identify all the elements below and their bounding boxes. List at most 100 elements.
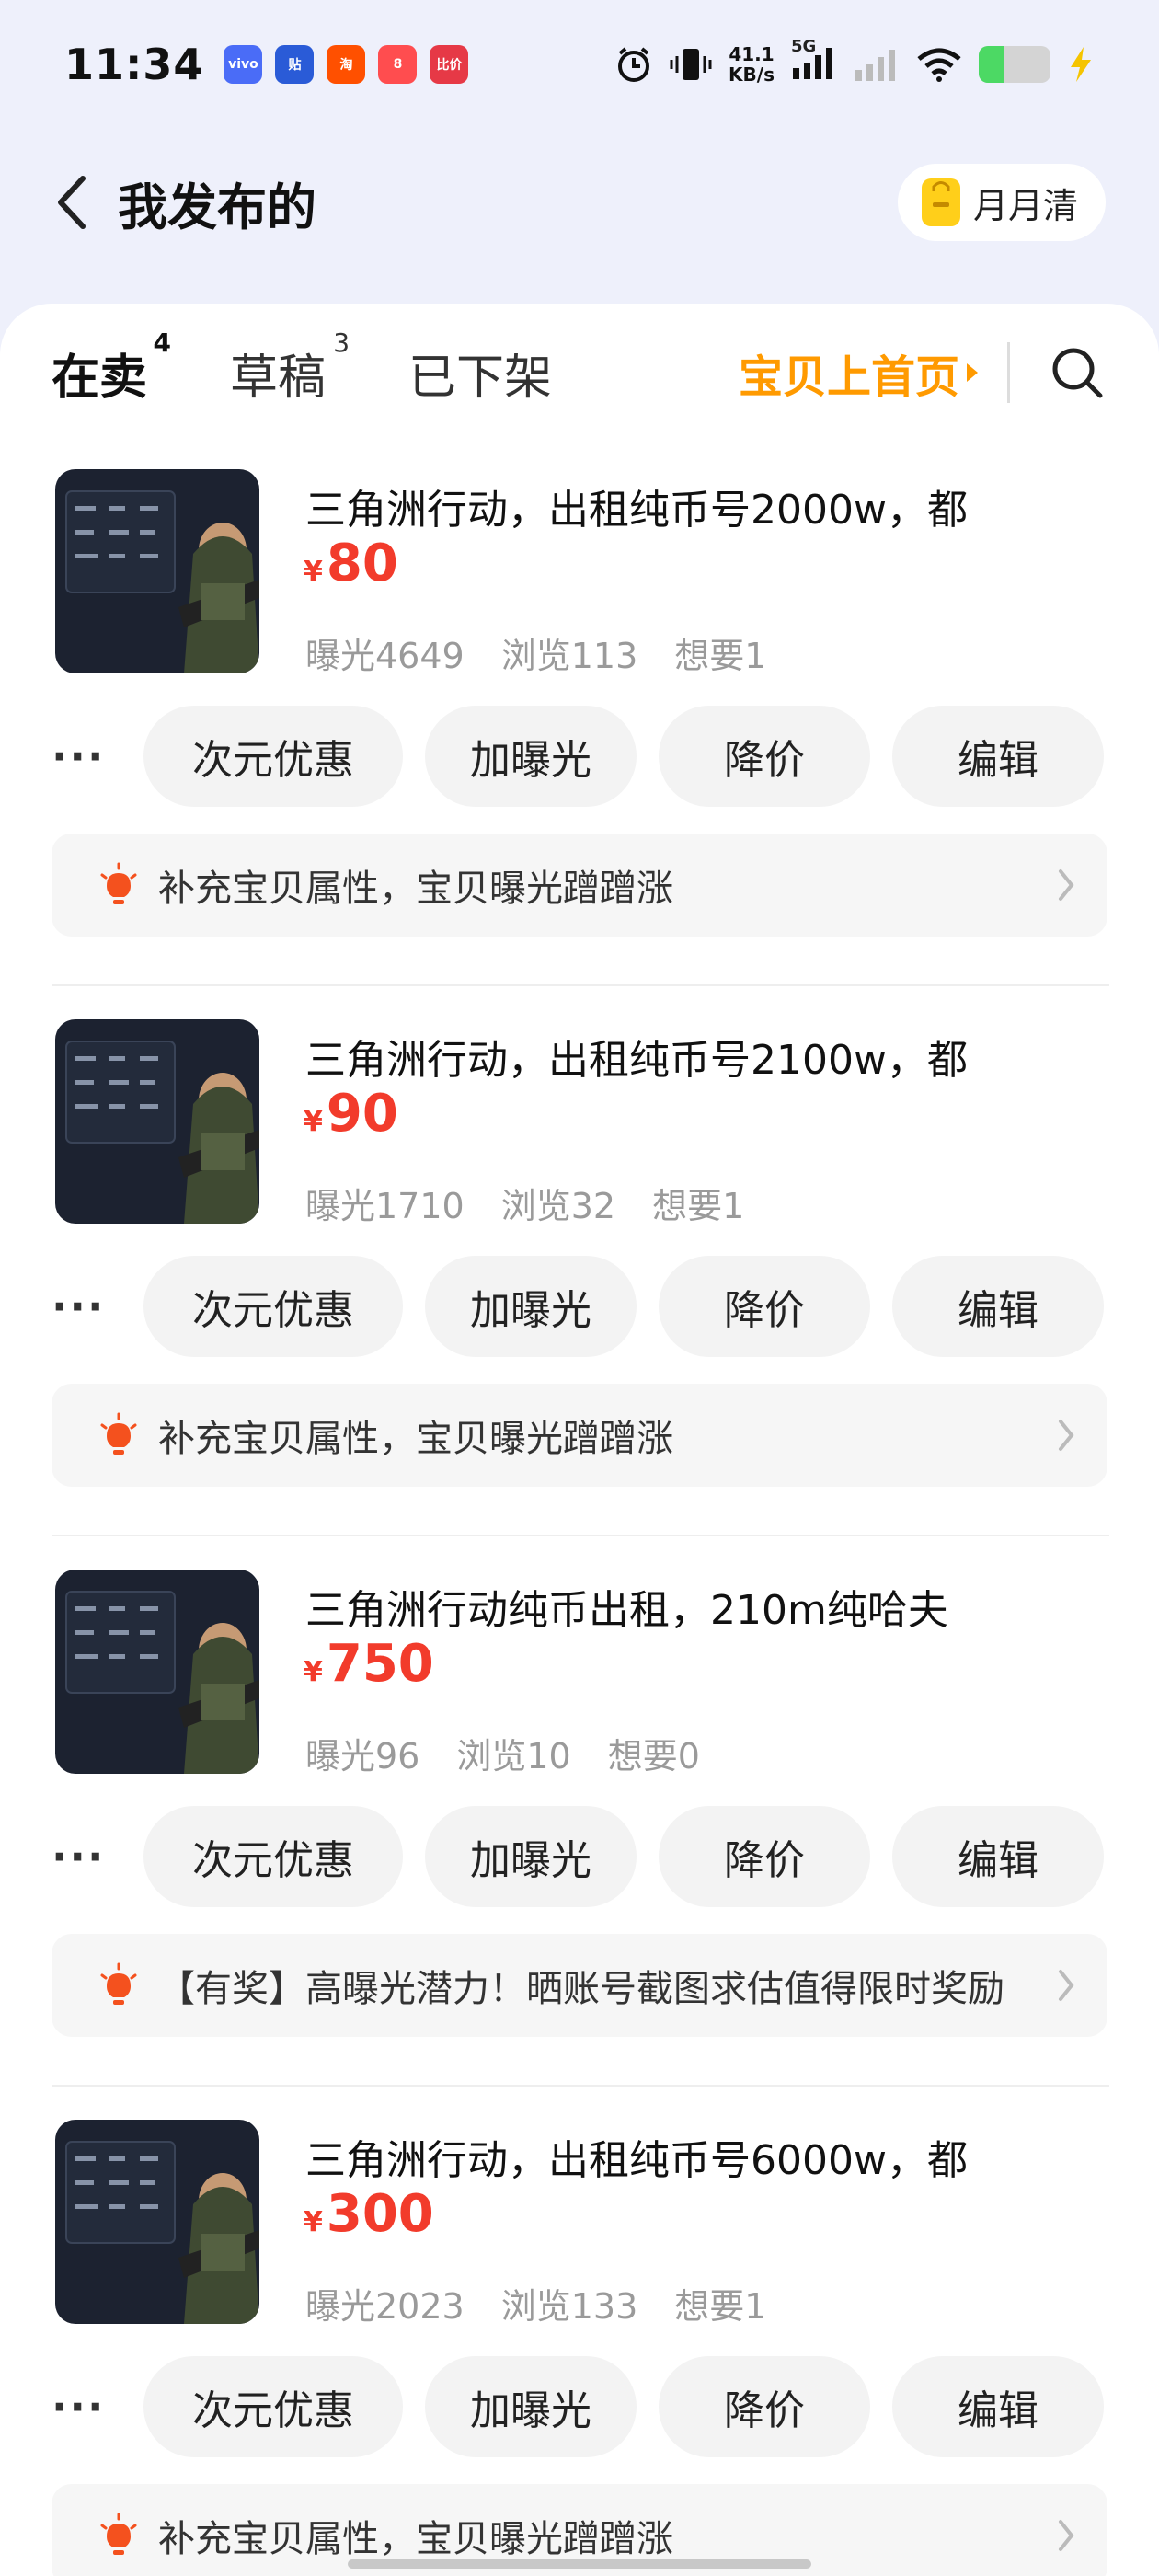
- stat-wants: 想要1: [652, 1186, 745, 1226]
- discount-button[interactable]: 次元优惠: [143, 1256, 403, 1357]
- more-button[interactable]: ···: [52, 1832, 134, 1881]
- listing-thumbnail[interactable]: [55, 1570, 259, 1774]
- listing-stats: 曝光4649 浏览113 想要1: [305, 627, 766, 678]
- tab-divider: [1007, 342, 1010, 403]
- chevron-right-icon: [1059, 2520, 1074, 2551]
- currency-symbol: ¥: [304, 556, 323, 588]
- boost-exposure-button[interactable]: 加曝光: [425, 706, 637, 807]
- reduce-price-button[interactable]: 降价: [659, 706, 870, 807]
- monthly-clearance-label: 月月清: [972, 185, 1078, 226]
- listing-price: ¥300: [304, 2184, 434, 2244]
- stat-views: 浏览32: [500, 1186, 616, 1226]
- net-speed: 41.1 KB/s: [729, 44, 775, 85]
- listing-title[interactable]: 三角洲行动，出租纯币号6000w，都: [305, 2127, 1096, 2186]
- lightbulb-icon: [100, 2513, 137, 2555]
- stat-exposure: 曝光4649: [305, 636, 465, 676]
- back-button[interactable]: [53, 170, 99, 235]
- promote-to-homepage-link[interactable]: 宝贝上首页: [739, 340, 980, 405]
- listing-title[interactable]: 三角洲行动，出租纯币号2000w，都: [305, 477, 1096, 535]
- stat-exposure: 曝光1710: [305, 1186, 465, 1226]
- reduce-price-button[interactable]: 降价: [659, 1256, 870, 1357]
- boost-exposure-button[interactable]: 加曝光: [425, 1806, 637, 1907]
- price-value: 90: [326, 1084, 398, 1144]
- battery-icon: [979, 46, 1050, 83]
- stat-wants: 想要1: [674, 636, 767, 676]
- chevron-right-icon: [1059, 1970, 1074, 2001]
- tab-label: 草稿: [230, 350, 327, 406]
- tip-banner[interactable]: 【有奖】高曝光潜力！晒账号截图求估值得限时奖励: [52, 1934, 1107, 2037]
- status-app-icon: 8: [378, 45, 418, 84]
- tab-on-sale[interactable]: 在卖 4: [52, 328, 171, 408]
- stat-wants: 想要1: [674, 2286, 767, 2327]
- listing-actions: ··· 次元优惠 加曝光 降价 编辑: [52, 705, 1128, 808]
- listing-thumbnail[interactable]: [55, 2120, 259, 2324]
- price-value: 750: [326, 1634, 434, 1694]
- stat-wants: 想要0: [607, 1736, 700, 1777]
- boost-exposure-button[interactable]: 加曝光: [425, 2356, 637, 2457]
- signal-weak-icon: [855, 50, 895, 81]
- chevron-right-icon: [1059, 869, 1074, 901]
- tab-count: 3: [333, 327, 350, 358]
- listing-thumbnail[interactable]: [55, 1019, 259, 1224]
- listing-card[interactable]: 三角洲行动，出租纯币号6000w，都 ¥300 曝光2023 浏览133 想要1…: [52, 2120, 1109, 2576]
- promote-label: 宝贝上首页: [738, 351, 959, 403]
- listing-title[interactable]: 三角洲行动纯币出租，210m纯哈夫: [305, 1577, 1096, 1636]
- status-app-icon: 淘: [327, 45, 366, 84]
- price-value: 300: [326, 2184, 434, 2244]
- edit-button[interactable]: 编辑: [892, 1806, 1104, 1907]
- more-button[interactable]: ···: [52, 2382, 134, 2432]
- tip-banner[interactable]: 补充宝贝属性，宝贝曝光蹭蹭涨: [52, 1384, 1107, 1487]
- tab-delisted[interactable]: 已下架: [408, 339, 552, 408]
- reduce-price-button[interactable]: 降价: [659, 1806, 870, 1907]
- chevron-right-icon: [1059, 1420, 1074, 1451]
- battery-fill: [979, 46, 1004, 83]
- listing-actions: ··· 次元优惠 加曝光 降价 编辑: [52, 1805, 1128, 1908]
- tab-count: 4: [153, 327, 172, 358]
- status-bar: 11:34 vivo 贴 淘 8 比价 41.1 KB/s 5G: [0, 0, 1159, 129]
- listing-title[interactable]: 三角洲行动，出租纯币号2100w，都: [305, 1027, 1096, 1086]
- listing-card[interactable]: 三角洲行动，出租纯币号2100w，都 ¥90 曝光1710 浏览32 想要1 ·…: [52, 1019, 1109, 1570]
- tab-label: 在卖: [52, 350, 148, 406]
- tip-text: 补充宝贝属性，宝贝曝光蹭蹭涨: [158, 1418, 673, 1460]
- net-speed-value: 41.1: [729, 43, 775, 65]
- listing-divider: [52, 1535, 1109, 1536]
- stat-views: 浏览10: [456, 1736, 571, 1777]
- discount-button[interactable]: 次元优惠: [143, 2356, 403, 2457]
- discount-button[interactable]: 次元优惠: [143, 1806, 403, 1907]
- edit-button[interactable]: 编辑: [892, 706, 1104, 807]
- reduce-price-button[interactable]: 降价: [659, 2356, 870, 2457]
- tab-bar: 在卖 4 草稿 3 已下架 宝贝上首页: [0, 304, 1159, 442]
- currency-symbol: ¥: [304, 1656, 323, 1688]
- listing-divider: [52, 984, 1109, 986]
- tip-text: 【有奖】高曝光潜力！晒账号截图求估值得限时奖励: [158, 1968, 1004, 2010]
- edit-button[interactable]: 编辑: [892, 2356, 1104, 2457]
- search-button[interactable]: [1047, 342, 1107, 403]
- monthly-clearance-button[interactable]: 月月清: [897, 164, 1106, 241]
- more-button[interactable]: ···: [52, 1282, 134, 1331]
- discount-button[interactable]: 次元优惠: [143, 706, 403, 807]
- chevron-left-icon: [58, 176, 86, 229]
- price-value: 80: [326, 534, 398, 593]
- tip-banner[interactable]: 补充宝贝属性，宝贝曝光蹭蹭涨: [52, 834, 1107, 937]
- wifi-icon: [917, 48, 961, 82]
- listing-card[interactable]: 三角洲行动，出租纯币号2000w，都 ¥80 曝光4649 浏览113 想要1 …: [52, 469, 1109, 1019]
- boost-exposure-button[interactable]: 加曝光: [425, 1256, 637, 1357]
- status-time: 11:34: [64, 40, 204, 89]
- currency-symbol: ¥: [304, 2206, 323, 2238]
- charging-icon: [1071, 47, 1091, 82]
- listing-card[interactable]: 三角洲行动纯币出租，210m纯哈夫 ¥750 曝光96 浏览10 想要0 ···…: [52, 1570, 1109, 2120]
- search-icon: [1052, 348, 1103, 398]
- stat-exposure: 曝光96: [305, 1736, 420, 1777]
- home-indicator[interactable]: [348, 2559, 811, 2569]
- listing-price: ¥750: [304, 1634, 434, 1694]
- tip-text: 补充宝贝属性，宝贝曝光蹭蹭涨: [158, 868, 673, 910]
- lightbulb-icon: [100, 1962, 137, 2005]
- stat-views: 浏览113: [500, 636, 638, 676]
- edit-button[interactable]: 编辑: [892, 1256, 1104, 1357]
- more-button[interactable]: ···: [52, 731, 134, 781]
- listing-stats: 曝光2023 浏览133 想要1: [305, 2278, 766, 2329]
- listing-stats: 曝光1710 浏览32 想要1: [305, 1178, 744, 1228]
- tab-drafts[interactable]: 草稿 3: [230, 328, 350, 408]
- listing-thumbnail[interactable]: [55, 469, 259, 673]
- tab-label: 已下架: [408, 350, 553, 406]
